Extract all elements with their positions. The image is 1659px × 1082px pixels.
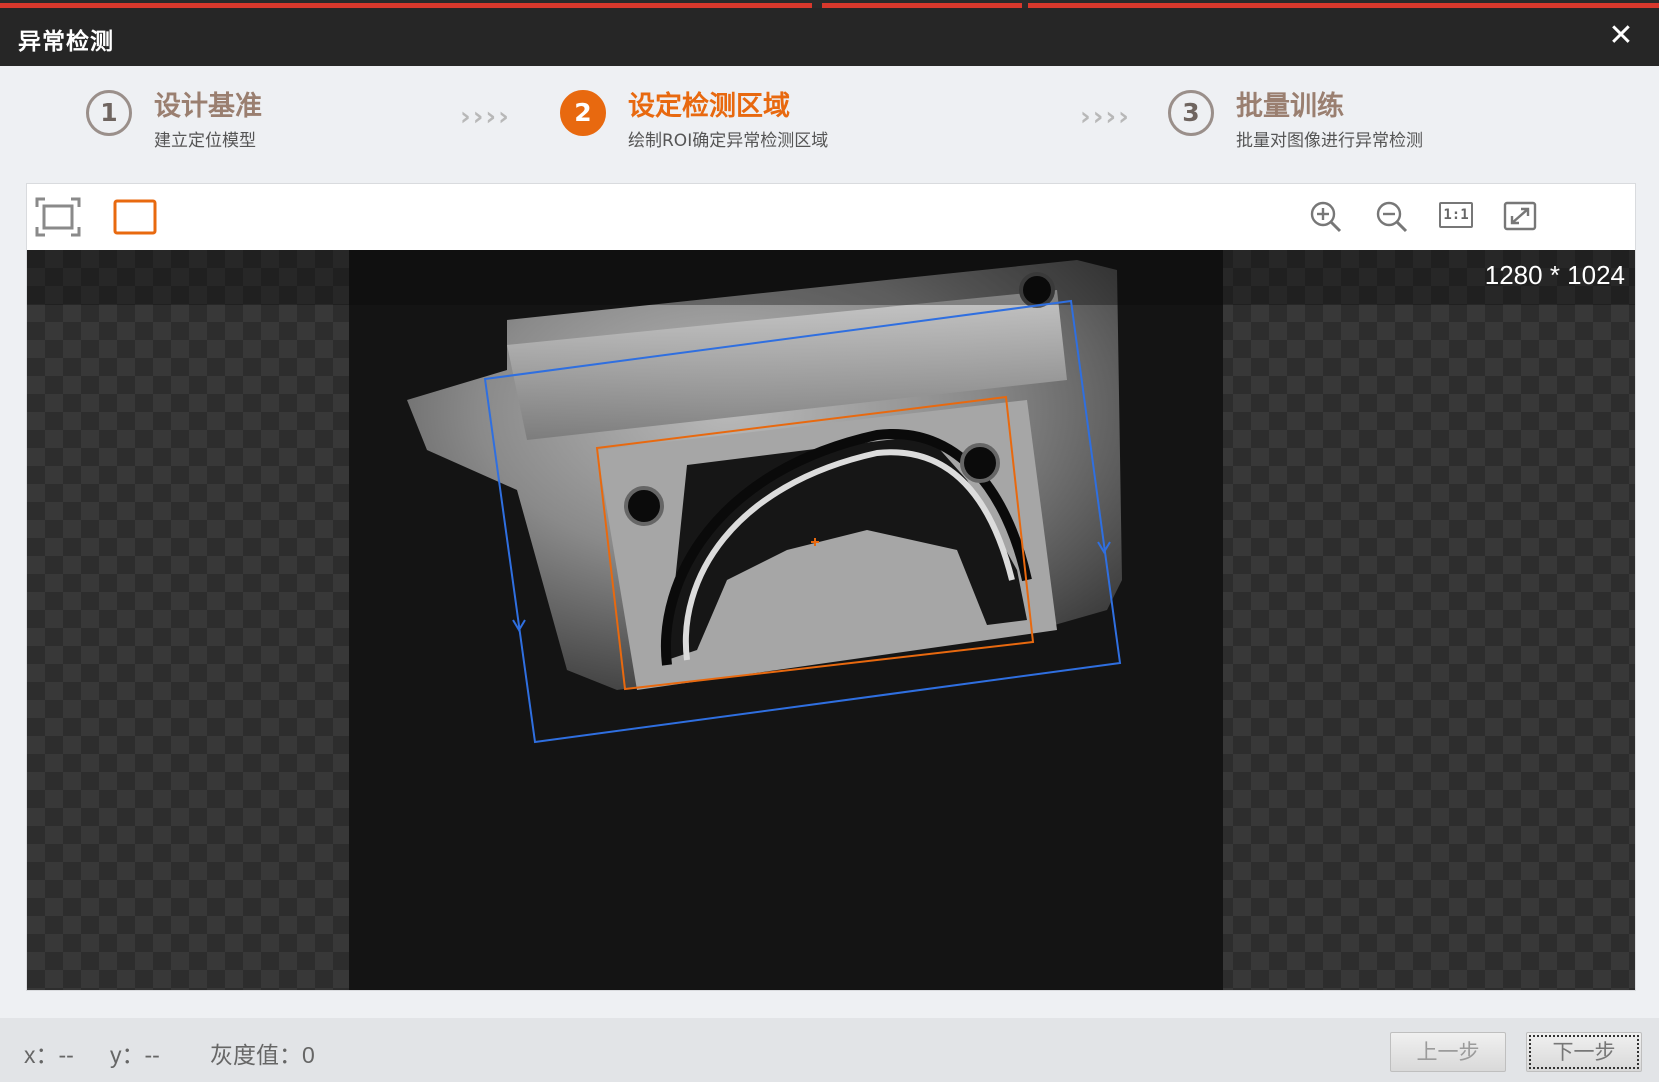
cursor-x: x：-- xyxy=(24,1036,74,1070)
window-top-strip xyxy=(0,0,1659,8)
step-arrows-icon: ›››› xyxy=(460,102,511,132)
next-step-button[interactable]: 下一步 xyxy=(1526,1032,1642,1072)
close-icon: ✕ xyxy=(1608,18,1634,53)
gray-value-number: 0 xyxy=(302,1042,315,1068)
cursor-y-label: y： xyxy=(110,1042,145,1068)
status-footer: x：-- y：-- 灰度值：0 上一步 下一步 xyxy=(0,1018,1659,1082)
step-title: 批量训练 xyxy=(1236,91,1344,122)
step-number: 2 xyxy=(560,90,606,136)
cursor-x-label: x： xyxy=(24,1042,59,1068)
step-subtitle: 绘制ROI确定异常检测区域 xyxy=(628,131,829,151)
step-subtitle: 建立定位模型 xyxy=(154,131,256,151)
wizard-steps: 1 设计基准 建立定位模型 ›››› 2 设定检测区域 绘制ROI确定异常检测区… xyxy=(0,66,1659,184)
step-title: 设计基准 xyxy=(154,91,262,122)
fit-view-icon xyxy=(35,197,81,237)
zoom-out-button[interactable] xyxy=(1375,200,1409,234)
cursor-x-value: -- xyxy=(58,1042,74,1068)
cursor-y: y：-- xyxy=(110,1036,160,1070)
close-button[interactable]: ✕ xyxy=(1603,18,1639,54)
gray-value-label: 灰度值： xyxy=(210,1042,302,1068)
inspection-image xyxy=(27,250,1635,990)
rectangle-roi-icon xyxy=(113,199,157,235)
zoom-out-icon xyxy=(1376,201,1408,233)
image-canvas[interactable]: 1280 * 1024 xyxy=(27,250,1635,990)
fullscreen-icon xyxy=(1503,201,1537,231)
actual-size-label: 1:1 xyxy=(1443,207,1469,223)
step-title: 设定检测区域 xyxy=(628,91,790,122)
step-subtitle: 批量对图像进行异常检测 xyxy=(1236,131,1423,151)
actual-size-icon: 1:1 xyxy=(1439,202,1473,228)
step-number: 1 xyxy=(86,90,132,136)
cursor-y-value: -- xyxy=(144,1042,160,1068)
step-arrows-icon: ›››› xyxy=(1080,102,1131,132)
image-viewer: 1:1 1280 * 1024 xyxy=(27,184,1635,990)
prev-step-button[interactable]: 上一步 xyxy=(1390,1032,1506,1072)
zoom-in-icon xyxy=(1310,201,1342,233)
step-number: 3 xyxy=(1168,90,1214,136)
zoom-in-button[interactable] xyxy=(1309,200,1343,234)
actual-size-button[interactable]: 1:1 xyxy=(1439,202,1475,232)
fullscreen-button[interactable] xyxy=(1503,201,1537,233)
overlay-band xyxy=(27,250,1635,305)
image-resolution: 1280 * 1024 xyxy=(1484,260,1625,290)
dialog-title: 异常检测 xyxy=(18,29,114,55)
fit-view-button[interactable] xyxy=(35,197,81,237)
rectangle-roi-button[interactable] xyxy=(113,197,157,237)
gray-value: 灰度值：0 xyxy=(210,1036,315,1070)
dialog-titlebar: 异常检测 ✕ xyxy=(0,8,1659,66)
viewer-toolbar: 1:1 xyxy=(27,184,1635,250)
